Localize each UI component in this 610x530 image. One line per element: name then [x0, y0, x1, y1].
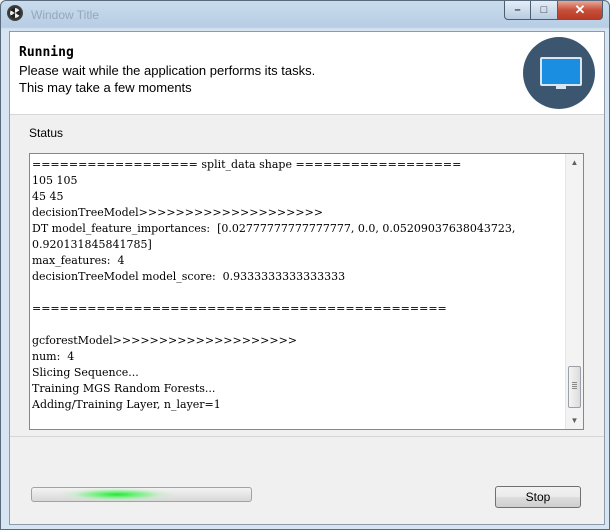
scroll-down-arrow-icon[interactable]: ▼: [566, 412, 583, 429]
close-button[interactable]: ✕: [558, 1, 603, 20]
vertical-scrollbar[interactable]: ▲ ▼: [565, 154, 583, 429]
log-line: gcforestModel>>>>>>>>>>>>>>>>>>>>: [32, 334, 298, 347]
progress-marquee: [62, 488, 172, 501]
window-controls: – □ ✕: [504, 1, 603, 20]
title-bar[interactable]: Window Title – □ ✕: [1, 1, 610, 29]
minimize-button[interactable]: –: [504, 1, 531, 20]
app-icon: [7, 5, 23, 21]
log-line: 45 45: [32, 190, 64, 203]
maximize-button[interactable]: □: [531, 1, 558, 20]
log-line: 105 105: [32, 174, 78, 187]
scroll-up-arrow-icon[interactable]: ▲: [566, 154, 583, 171]
header-description-line-1: Please wait while the application perfor…: [19, 63, 316, 78]
log-line: ========================================…: [32, 302, 447, 315]
log-line: max_features: 4: [32, 254, 125, 267]
footer-separator: [10, 436, 604, 437]
log-line: decisionTreeModel>>>>>>>>>>>>>>>>>>>>: [32, 206, 324, 219]
monitor-icon: [523, 37, 595, 109]
monitor-screen: [540, 57, 582, 86]
scrollbar-thumb[interactable]: [568, 366, 581, 408]
stop-button[interactable]: Stop: [495, 486, 581, 508]
status-label: Status: [29, 126, 64, 140]
log-line: Slicing Sequence...: [32, 366, 139, 379]
log-line: num: 4: [32, 350, 75, 363]
dialog-client: Running Please wait while the applicatio…: [9, 31, 605, 525]
log-line: decisionTreeModel model_score: 0.9333333…: [32, 270, 346, 283]
header-panel: Running Please wait while the applicatio…: [10, 32, 604, 115]
log-line: ================== split_data shape ====…: [32, 158, 462, 171]
log-line: 0.920131845841785]: [32, 238, 152, 251]
header-title: Running: [19, 45, 74, 60]
progress-bar: [31, 487, 252, 502]
log-line: Training MGS Random Forests...: [32, 382, 216, 395]
log-line: Adding/Training Layer, n_layer=1: [32, 398, 221, 411]
log-line: DT model_feature_importances: [0.0277777…: [32, 222, 516, 235]
status-log-box[interactable]: ================== split_data shape ====…: [29, 153, 584, 430]
status-log: ================== split_data shape ====…: [32, 157, 562, 425]
window-title: Window Title: [31, 8, 100, 22]
header-description-line-2: This may take a few moments: [19, 80, 192, 95]
monitor-stand: [556, 86, 566, 89]
window-frame: Window Title – □ ✕ Running Please wait w…: [0, 0, 610, 530]
